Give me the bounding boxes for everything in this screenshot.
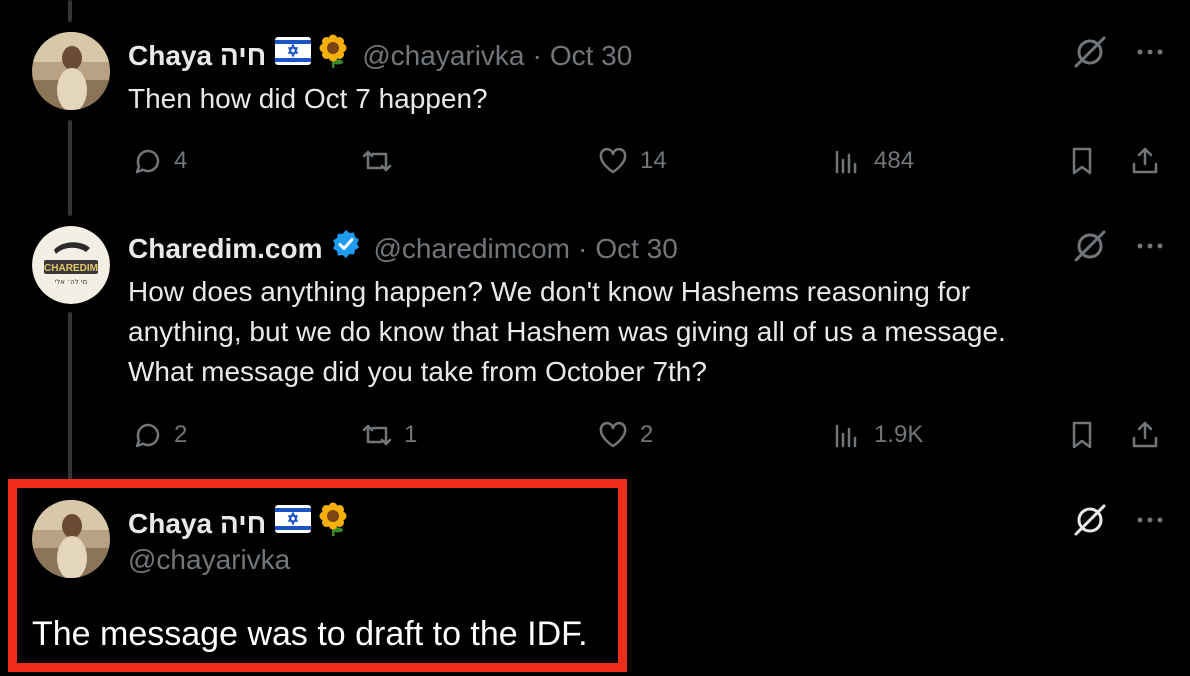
- views-chart-icon: [835, 150, 857, 174]
- like-count: 2: [640, 421, 654, 448]
- sunflower-icon: [316, 34, 350, 77]
- repost-icon: [362, 424, 392, 446]
- handle[interactable]: @chayarivka: [362, 38, 524, 74]
- charedim-logo-subtext: מי לה׳ אלי: [55, 278, 88, 286]
- reply-icon: [135, 423, 160, 448]
- avatar-charedim[interactable]: CHAREDIM מי לה׳ אלי: [32, 226, 110, 304]
- more-options-icon[interactable]: [1135, 231, 1165, 261]
- like-button[interactable]: 2: [596, 415, 653, 455]
- tweet-text-line-1: How does anything happen? We don't know …: [128, 276, 971, 307]
- heart-icon: [599, 147, 627, 174]
- reply-icon: [135, 149, 160, 174]
- grok-icon[interactable]: [1073, 503, 1107, 537]
- bookmark-icon: [1072, 147, 1092, 175]
- separator-dot: ·: [577, 232, 588, 264]
- avatar-chaya[interactable]: [32, 32, 110, 110]
- share-icon: [1132, 147, 1158, 174]
- views-count: 484: [874, 147, 915, 174]
- bookmark-button[interactable]: [1065, 141, 1099, 181]
- views-button[interactable]: 484: [830, 141, 914, 181]
- conversation-thread: Chaya חיה @chayarivka · Oct 30 Then how …: [0, 0, 1190, 676]
- like-count: 14: [640, 147, 667, 174]
- bookmark-button[interactable]: [1065, 415, 1099, 455]
- reply-count: 2: [174, 421, 188, 448]
- tweet-2-corner-icons: [1073, 229, 1165, 263]
- red-highlight-box: [8, 479, 627, 672]
- reply-button[interactable]: 2: [130, 415, 187, 455]
- charedim-logo: CHAREDIM מי לה׳ אלי: [32, 226, 110, 304]
- more-options-icon[interactable]: [1135, 505, 1165, 535]
- views-count: 1.9K: [874, 421, 924, 448]
- repost-count: 1: [404, 421, 418, 448]
- tweet-1-actions: 4 14 484: [130, 141, 1165, 181]
- thread-line-top: [68, 0, 72, 22]
- reply-button[interactable]: 4: [130, 141, 187, 181]
- tweet-text-line-3: What message did you take from October 7…: [128, 356, 707, 387]
- tweet-3-corner-icons: [1073, 503, 1165, 537]
- display-name[interactable]: Charedim.com: [128, 231, 323, 267]
- tweet-2-header: Charedim.com @charedimcom · Oct 30: [128, 228, 678, 269]
- more-options-icon[interactable]: [1135, 37, 1165, 67]
- grok-icon[interactable]: [1073, 35, 1107, 69]
- tweet-1-header: Chaya חיה @chayarivka · Oct 30: [128, 34, 632, 77]
- repost-button[interactable]: 1: [360, 415, 417, 455]
- verified-badge-icon: [330, 228, 362, 269]
- tweet-text-line-2: anything, but we do know that Hashem was…: [128, 316, 1006, 347]
- thread-line-1: [68, 120, 72, 216]
- avatar-photo: [32, 32, 110, 110]
- display-name[interactable]: Chaya חיה: [128, 38, 266, 74]
- reply-count: 4: [174, 147, 188, 174]
- tweet-2-actions: 2 1 2 1.9K: [130, 415, 1165, 455]
- views-button[interactable]: 1.9K: [830, 415, 923, 455]
- handle[interactable]: @charedimcom: [374, 231, 570, 267]
- bookmark-icon: [1072, 421, 1092, 449]
- charedim-logo-text: CHAREDIM: [44, 263, 98, 274]
- grok-icon[interactable]: [1073, 229, 1107, 263]
- heart-icon: [599, 421, 627, 448]
- thread-line-2: [68, 312, 72, 480]
- repost-icon: [362, 150, 392, 172]
- timestamp[interactable]: Oct 30: [595, 231, 677, 267]
- views-chart-icon: [835, 424, 857, 448]
- repost-button[interactable]: [360, 141, 404, 181]
- like-button[interactable]: 14: [596, 141, 667, 181]
- share-button[interactable]: [1128, 415, 1162, 455]
- tweet-text: Then how did Oct 7 happen?: [128, 83, 488, 114]
- separator-dot: ·: [532, 39, 542, 71]
- timestamp[interactable]: Oct 30: [550, 38, 632, 74]
- tweet-1-corner-icons: [1073, 35, 1165, 69]
- share-icon: [1132, 421, 1158, 448]
- share-button[interactable]: [1128, 141, 1162, 181]
- israel-flag-icon: [275, 37, 312, 74]
